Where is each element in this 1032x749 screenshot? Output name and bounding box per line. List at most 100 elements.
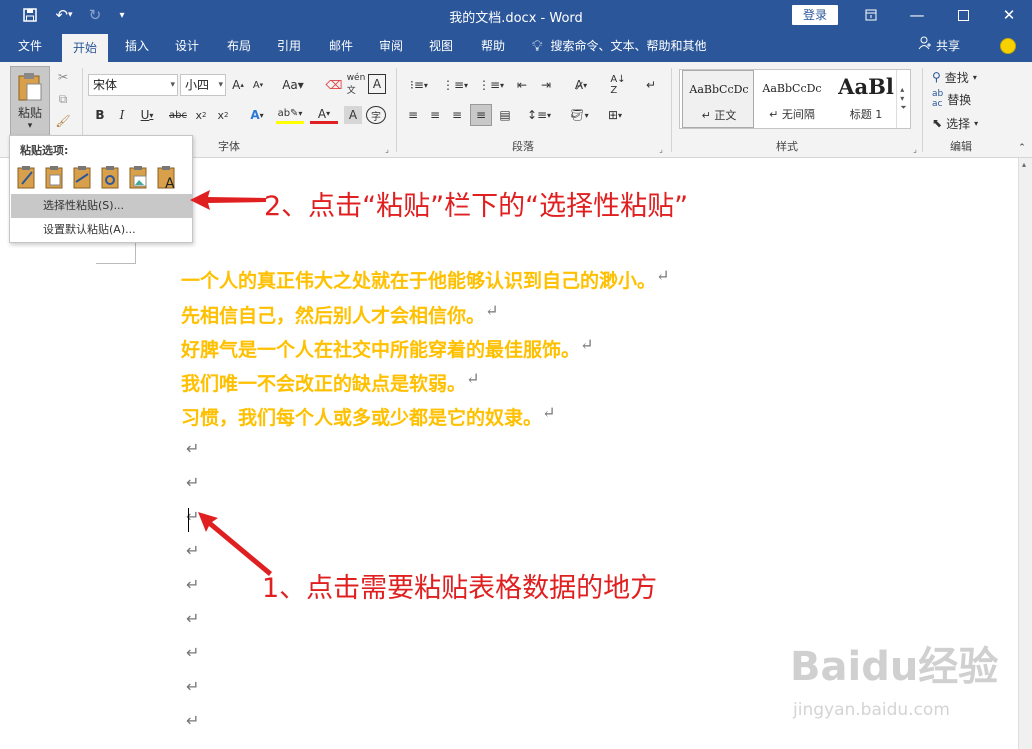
increase-indent-icon[interactable]: ⇥ [536, 76, 556, 94]
paste-use-destination-icon[interactable] [72, 164, 94, 192]
paste-text-only-icon[interactable]: A [156, 164, 178, 192]
tab-home[interactable]: 开始 [62, 34, 108, 62]
empty-paragraph-mark[interactable]: ↵ [186, 439, 199, 458]
tell-me-search[interactable]: 💡︎ 搜索命令、文本、帮助和其他 [532, 30, 707, 62]
document-line[interactable]: 一个人的真正伟大之处就在于他能够认识到自己的渺小。 ↵ [181, 266, 669, 293]
enclose-characters-icon[interactable]: 字 [366, 106, 386, 124]
multilevel-list-icon[interactable]: ⋮≡ ▾ [476, 76, 506, 94]
tab-view[interactable]: 视图 [420, 30, 462, 62]
tab-insert[interactable]: 插入 [116, 30, 158, 62]
align-center-icon[interactable]: ≡ [426, 106, 444, 124]
style-normal[interactable]: AaBbCcDc ↵ 正文 [682, 70, 754, 128]
character-border-icon[interactable]: A [368, 74, 386, 94]
document-line[interactable]: 先相信自己，然后别人才会相信你。 ↵ [181, 301, 498, 328]
paste-options-menu: 粘贴选项: A 选择性粘贴(S)... 设置默认粘贴(A)... [9, 135, 193, 243]
chinese-layout-icon[interactable]: A̷ ▾ [566, 76, 596, 94]
shading-icon[interactable]: 🪣︎ ▾ [564, 106, 594, 124]
ribbon-display-options-icon[interactable] [848, 0, 894, 30]
empty-paragraph-mark[interactable]: ↵ [186, 473, 199, 492]
borders-icon[interactable]: ⊞ ▾ [600, 106, 630, 124]
sort-icon[interactable]: A↓ Z [608, 74, 628, 96]
bullets-icon[interactable]: ⁝≡ ▾ [404, 76, 434, 94]
font-name-select[interactable]: 宋体 ▾ [88, 74, 178, 96]
font-size-select[interactable]: 小四 ▾ [180, 74, 226, 96]
lightbulb-icon: 💡︎ [532, 37, 543, 55]
subscript-icon[interactable]: x2 [192, 106, 210, 124]
copy-icon[interactable]: ⧉ [54, 90, 72, 108]
paste-button[interactable]: 粘贴 ▾ [10, 66, 50, 136]
customize-quick-access-icon[interactable]: ▾ [112, 0, 132, 30]
font-dialog-launcher-icon[interactable]: ⌟ [382, 144, 392, 154]
clear-formatting-icon[interactable]: ⌫ [324, 76, 344, 94]
tab-file[interactable]: 文件 [8, 30, 52, 62]
save-icon[interactable] [18, 0, 42, 30]
paste-special-menu-item[interactable]: 选择性粘贴(S)... [11, 194, 192, 218]
tab-help[interactable]: 帮助 [472, 30, 514, 62]
select-button[interactable]: ⬉ 选择 ▾ [932, 114, 978, 132]
change-case-icon[interactable]: Aa▾ [280, 76, 306, 94]
empty-paragraph-mark[interactable]: ↵ [186, 643, 199, 662]
superscript-icon[interactable]: x2 [214, 106, 232, 124]
chevron-down-icon: ▾ [974, 118, 979, 128]
font-color-icon[interactable]: A ▾ [310, 106, 338, 124]
styles-dialog-launcher-icon[interactable]: ⌟ [910, 144, 920, 154]
document-line[interactable]: 我们唯一不会改正的缺点是软弱。 ↵ [181, 369, 479, 396]
distributed-icon[interactable]: ▤ [496, 106, 514, 124]
italic-icon[interactable]: I [114, 106, 130, 124]
undo-icon[interactable]: ↶ ▾ [48, 0, 80, 30]
paste-keep-source-icon[interactable] [16, 164, 38, 192]
tab-layout[interactable]: 布局 [218, 30, 260, 62]
maximize-icon[interactable] [940, 0, 986, 30]
bold-icon[interactable]: B [92, 106, 108, 124]
feedback-smiley-icon[interactable] [1000, 38, 1016, 54]
numbering-icon[interactable]: ⋮≡ ▾ [440, 76, 470, 94]
empty-paragraph-mark[interactable]: ↵ [186, 609, 199, 628]
scroll-up-icon[interactable]: ▴ [1022, 160, 1026, 169]
set-default-paste-menu-item[interactable]: 设置默认粘贴(A)... [11, 218, 192, 242]
tab-design[interactable]: 设计 [166, 30, 208, 62]
cut-icon[interactable]: ✂ [54, 68, 72, 86]
tab-references[interactable]: 引用 [268, 30, 310, 62]
share-button[interactable]: 共享 [918, 30, 960, 62]
vertical-scrollbar[interactable]: ▴ [1018, 158, 1032, 749]
paste-merge-formatting-icon[interactable] [44, 164, 66, 192]
styles-scroll-icon[interactable]: ▴ ▾ ⏷ [896, 70, 910, 128]
document-line[interactable]: 好脾气是一个人在社交中所能穿着的最佳服饰。 ↵ [181, 335, 593, 362]
find-label: 查找 [944, 70, 969, 85]
phonetic-guide-icon[interactable]: wén 文 [346, 73, 366, 96]
login-button[interactable]: 登录 [792, 5, 838, 25]
empty-paragraph-mark[interactable]: ↵ [186, 711, 199, 730]
shrink-font-icon[interactable]: A ▾ [250, 76, 266, 94]
collapse-ribbon-icon[interactable]: ⌃ [1016, 142, 1028, 154]
text-effects-icon[interactable]: A ▾ [244, 106, 270, 124]
format-painter-icon[interactable]: 🖌︎ [54, 112, 72, 130]
underline-icon[interactable]: U ▾ [136, 106, 158, 124]
find-button[interactable]: ⚲ 查找 ▾ [932, 68, 977, 86]
empty-paragraph-mark[interactable]: ↵ [186, 677, 199, 696]
document-line[interactable]: 习惯，我们每个人或多或少都是它的奴隶。 ↵ [181, 403, 555, 430]
style-preview: AaBbCcDc [762, 82, 822, 95]
tab-mailings[interactable]: 邮件 [320, 30, 362, 62]
minimize-icon[interactable]: — [894, 0, 940, 30]
paste-picture-icon[interactable] [128, 164, 150, 192]
justify-icon[interactable]: ≡ [470, 104, 492, 126]
highlight-color-icon[interactable]: ab✎ ▾ [276, 106, 304, 124]
tab-review[interactable]: 审阅 [370, 30, 412, 62]
decrease-indent-icon[interactable]: ⇤ [512, 76, 532, 94]
paste-link-icon[interactable] [100, 164, 122, 192]
line-spacing-icon[interactable]: ↕≡ ▾ [524, 106, 554, 124]
show-marks-icon[interactable]: ↵ [642, 76, 660, 94]
style-heading-1[interactable]: AaBl 标题 1 [830, 70, 902, 128]
character-shading-icon[interactable]: A [344, 106, 362, 124]
strikethrough-icon[interactable]: abc [168, 106, 188, 124]
grow-font-icon[interactable]: A ▴ [230, 76, 246, 94]
redo-icon[interactable]: ↻ [84, 0, 106, 30]
group-separator [671, 68, 672, 152]
close-icon[interactable]: ✕ [986, 0, 1032, 30]
paragraph-mark: ↵ [580, 335, 594, 354]
paragraph-dialog-launcher-icon[interactable]: ⌟ [656, 144, 666, 154]
style-no-spacing[interactable]: AaBbCcDc ↵ 无间隔 [756, 70, 828, 128]
align-left-icon[interactable]: ≡ [404, 106, 422, 124]
align-right-icon[interactable]: ≡ [448, 106, 466, 124]
replace-button[interactable]: ab ac 替换 [932, 89, 971, 109]
